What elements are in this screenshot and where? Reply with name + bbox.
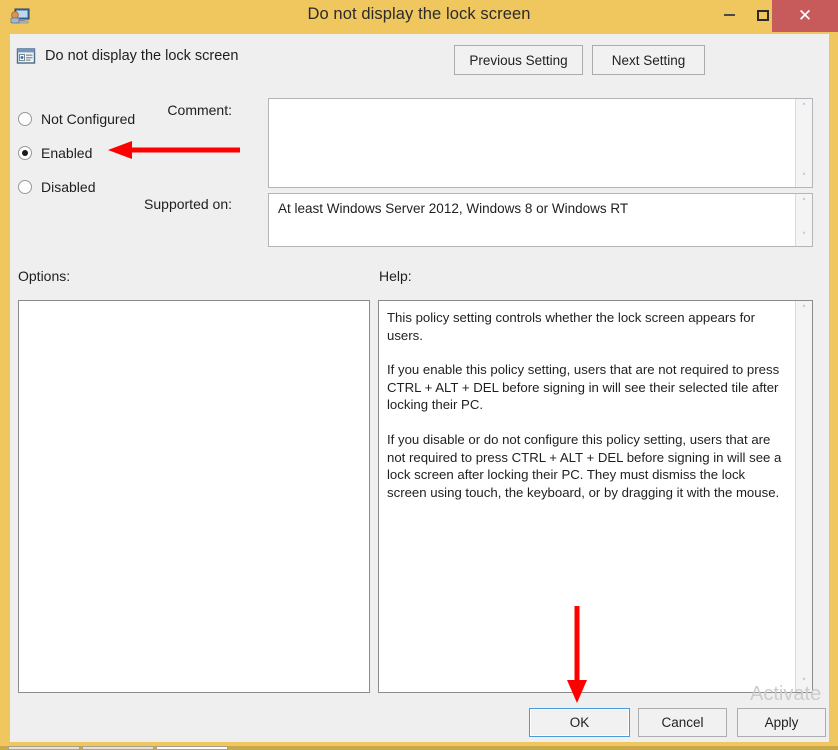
supported-on-value: At least Windows Server 2012, Windows 8 … [278,201,629,216]
help-section-label: Help: [379,268,412,284]
taskbar-item[interactable] [8,746,80,750]
comment-scrollbar[interactable]: ˄ ˅ [795,99,812,187]
chevron-down-icon[interactable]: ˅ [796,675,812,691]
minimize-icon [723,14,735,16]
help-scrollbar[interactable]: ˄ ˅ [795,301,812,692]
cancel-button[interactable]: Cancel [638,708,727,737]
taskbar-item-active[interactable] [156,746,228,750]
chevron-up-icon[interactable]: ˄ [796,302,812,318]
radio-enabled-label: Enabled [41,145,93,161]
supported-on-scrollbar[interactable]: ˄ ˅ [795,194,812,246]
comment-label: Comment: [167,102,232,118]
taskbar-item[interactable] [82,746,154,750]
setting-name-label: Do not display the lock screen [45,48,239,64]
options-panel[interactable] [18,300,370,693]
setting-header: Do not display the lock screen [16,46,238,66]
close-icon: ✕ [797,5,813,26]
help-text-content: This policy setting controls whether the… [379,301,795,509]
apply-button[interactable]: Apply [737,708,826,737]
radio-disabled-indicator[interactable] [18,180,32,194]
maximize-icon [757,9,769,21]
chevron-down-icon[interactable]: ˅ [796,170,812,186]
supported-on-label: Supported on: [144,196,232,212]
comment-input[interactable]: ˄ ˅ [268,98,813,188]
help-paragraph: If you enable this policy setting, users… [387,362,786,413]
help-paragraph: This policy setting controls whether the… [387,310,759,343]
policy-setting-window: Do not display the lock screen ✕ Do not … [0,0,838,746]
radio-option-enabled[interactable]: Enabled [18,136,168,170]
close-button[interactable]: ✕ [772,0,838,32]
help-paragraph: If you disable or do not configure this … [387,431,786,500]
supported-on-field: At least Windows Server 2012, Windows 8 … [268,193,813,247]
window-titlebar[interactable]: Do not display the lock screen ✕ [0,0,838,34]
policy-setting-icon [16,46,36,66]
chevron-down-icon[interactable]: ˅ [796,229,812,245]
radio-not-configured-indicator[interactable] [18,112,32,126]
dialog-client-area: Do not display the lock screen Previous … [10,34,829,742]
help-panel: This policy setting controls whether the… [378,300,813,693]
radio-disabled-label: Disabled [41,179,96,195]
options-section-label: Options: [18,268,71,284]
ok-button[interactable]: OK [529,708,630,737]
previous-setting-button[interactable]: Previous Setting [454,45,583,75]
chevron-up-icon[interactable]: ˄ [796,195,812,211]
chevron-up-icon[interactable]: ˄ [796,100,812,116]
radio-enabled-indicator[interactable] [18,146,32,160]
next-setting-button[interactable]: Next Setting [592,45,705,75]
